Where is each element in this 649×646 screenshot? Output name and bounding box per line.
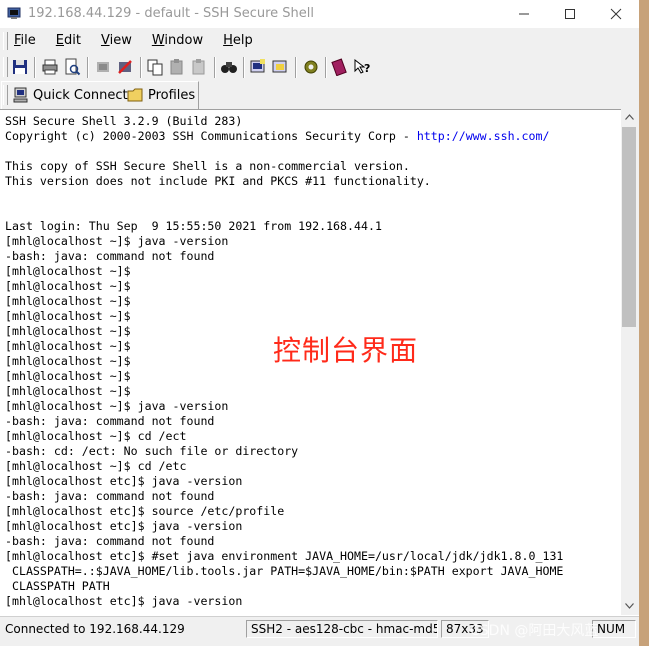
title-bar[interactable]: 192.168.44.129 - default - SSH Secure Sh… (0, 0, 639, 28)
terminal-line: -bash: java: command not found (5, 414, 215, 428)
menu-view[interactable]: View (98, 33, 135, 48)
vertical-scrollbar[interactable] (621, 109, 639, 615)
minimize-icon (519, 13, 529, 15)
menu-help[interactable]: Help (220, 33, 256, 48)
settings-icon[interactable] (302, 58, 320, 76)
background-strip (639, 0, 649, 646)
terminal-line: [mhl@localhost ~]$ java -version (5, 399, 229, 413)
terminal-line: [mhl@localhost ~]$ (5, 384, 131, 398)
terminal-line: [mhl@localhost ~]$ (5, 264, 131, 278)
terminal-line: [mhl@localhost ~]$ java -version (5, 234, 229, 248)
window-title: 192.168.44.129 - default - SSH Secure Sh… (28, 6, 314, 21)
terminal-line: -bash: java: command not found (5, 249, 215, 263)
terminal-line: CLASSPATH=.:$JAVA_HOME/lib.tools.jar PAT… (5, 564, 564, 578)
terminal-line: This copy of SSH Secure Shell is a non-c… (5, 159, 410, 173)
disconnect-icon[interactable] (116, 58, 134, 76)
quick-connect-disabled-icon[interactable] (94, 58, 112, 76)
terminal-line: [mhl@localhost etc]$ java -version (5, 519, 243, 533)
help-book-icon[interactable] (331, 58, 349, 76)
terminal-line: Copyright (c) 2000-2003 SSH Communicatio… (5, 129, 550, 143)
close-button[interactable] (593, 0, 639, 28)
scroll-up-arrow-icon[interactable] (625, 114, 634, 120)
svg-text:?: ? (364, 62, 370, 75)
main-toolbar: ? (0, 54, 639, 81)
watermark: CSDN @阿田大风蓝 (470, 623, 599, 639)
terminal-line: [mhl@localhost ~]$ cd /ect (5, 429, 187, 443)
maximize-button[interactable] (547, 0, 593, 28)
computer-icon (13, 87, 28, 103)
menubar-grip[interactable] (3, 32, 8, 50)
menu-edit[interactable]: Edit (53, 33, 84, 48)
terminal-line: [mhl@localhost etc]$ java -version (5, 594, 243, 608)
profiles-label: Profiles (148, 87, 196, 103)
menu-window[interactable]: Window (149, 33, 206, 48)
terminal-line: -bash: java: command not found (5, 489, 215, 503)
terminal-area[interactable]: SSH Secure Shell 3.2.9 (Build 283) Copyri… (0, 109, 639, 616)
quick-connect-button[interactable]: Quick Connect (13, 84, 128, 106)
status-connection: Connected to 192.168.44.129 (5, 622, 185, 636)
print-preview-icon[interactable] (63, 58, 81, 76)
terminal-line: [mhl@localhost ~]$ (5, 294, 131, 308)
terminal-line: [mhl@localhost ~]$ cd /etc (5, 459, 187, 473)
terminal-line: [mhl@localhost ~]$ (5, 309, 131, 323)
print-icon[interactable] (41, 58, 59, 76)
toolbar-grip[interactable] (3, 57, 8, 77)
toolbar2-grip[interactable] (3, 85, 8, 105)
save-icon[interactable] (11, 58, 29, 76)
maximize-icon (565, 9, 575, 19)
ssh-window: 192.168.44.129 - default - SSH Secure Sh… (0, 0, 639, 646)
context-help-icon[interactable]: ? (353, 58, 371, 76)
terminal-line: CLASSPATH PATH (5, 579, 110, 593)
profiles-toolbar: Quick Connect Profiles (0, 81, 639, 109)
terminal-line: -bash: cd: /ect: No such file or directo… (5, 444, 299, 458)
terminal-line: [mhl@localhost etc]$ source /etc/profile (5, 504, 285, 518)
new-file-transfer-icon[interactable] (271, 58, 289, 76)
minimize-button[interactable] (501, 0, 547, 28)
app-icon (7, 7, 21, 19)
ssh-website-link[interactable]: http://www.ssh.com/ (417, 129, 550, 143)
paste-disabled-icon[interactable] (190, 58, 208, 76)
terminal-line: [mhl@localhost etc]$ java -version (5, 474, 243, 488)
menu-file[interactable]: File (11, 33, 39, 48)
terminal-line: [mhl@localhost etc]$ #set java environme… (5, 549, 564, 563)
quick-connect-label: Quick Connect (33, 87, 128, 103)
scroll-down-arrow-icon[interactable] (625, 603, 634, 609)
terminal-line: Last login: Thu Sep 9 15:55:50 2021 from… (5, 219, 382, 233)
terminal-line: [mhl@localhost ~]$ (5, 279, 131, 293)
find-icon[interactable] (220, 58, 238, 76)
terminal-line: SSH Secure Shell 3.2.9 (Build 283) (5, 114, 243, 128)
overlay-label: 控制台界面 (273, 334, 419, 367)
status-cipher: SSH2 - aes128-cbc - hmac-md5 (246, 620, 438, 638)
folder-icon (127, 88, 143, 102)
menu-bar: File Edit View Window Help (0, 29, 639, 53)
paste-icon[interactable] (168, 58, 186, 76)
status-num: NUM (592, 620, 636, 638)
terminal-line: -bash: java: command not found (5, 534, 215, 548)
close-icon (610, 8, 622, 20)
scrollbar-thumb[interactable] (622, 127, 636, 327)
terminal-line: [mhl@localhost ~]$ (5, 369, 131, 383)
new-terminal-icon[interactable] (249, 58, 267, 76)
terminal-line: This version does not include PKI and PK… (5, 174, 431, 188)
profiles-button[interactable]: Profiles (127, 84, 195, 106)
copy-icon[interactable] (146, 58, 164, 76)
